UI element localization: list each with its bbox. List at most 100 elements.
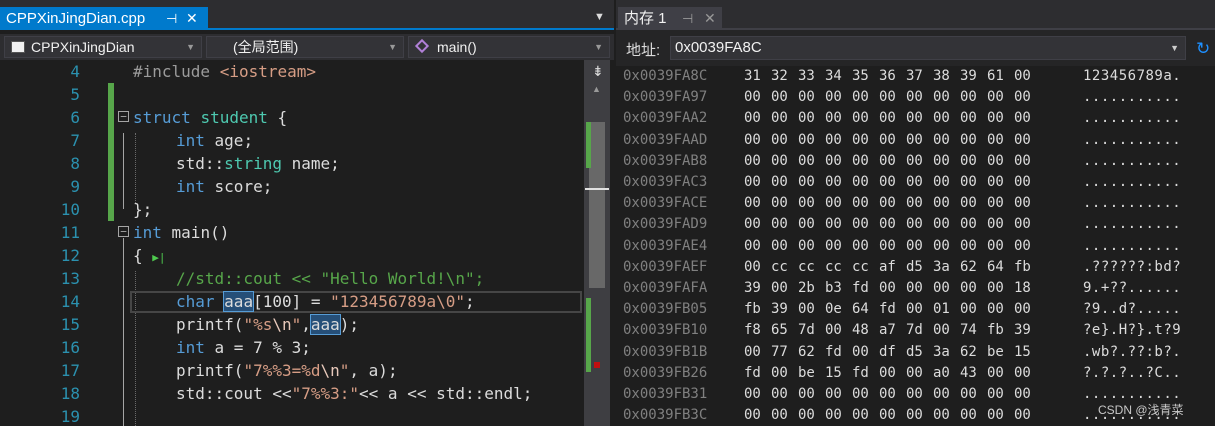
refresh-icon[interactable]: ↻ <box>1196 39 1210 59</box>
memory-byte[interactable]: 00 <box>1014 363 1035 384</box>
memory-byte[interactable]: 00 <box>960 87 981 108</box>
memory-byte[interactable]: 00 <box>771 405 792 426</box>
memory-bytes[interactable]: 00 00 00 00 00 00 00 00 00 00 00 <box>744 384 1041 405</box>
memory-byte[interactable]: 00 <box>771 87 792 108</box>
memory-byte[interactable]: 00 <box>960 384 981 405</box>
memory-bytes[interactable]: fd 00 be 15 fd 00 00 a0 43 00 00 <box>744 363 1041 384</box>
memory-byte[interactable]: 00 <box>825 87 846 108</box>
memory-byte[interactable]: 0e <box>825 299 846 320</box>
memory-byte[interactable]: 62 <box>960 342 981 363</box>
memory-byte[interactable]: 00 <box>771 151 792 172</box>
fold-collapse-icon[interactable]: − <box>118 111 129 122</box>
memory-byte[interactable]: 00 <box>987 108 1008 129</box>
memory-byte[interactable]: 00 <box>744 172 765 193</box>
memory-row[interactable]: 0x0039FAD9 00 00 00 00 00 00 00 00 00 00 00........… <box>616 214 1215 235</box>
scroll-up-icon[interactable]: ▲ <box>592 84 601 94</box>
memory-byte[interactable]: f8 <box>744 320 765 341</box>
memory-byte[interactable]: 00 <box>852 130 873 151</box>
memory-byte[interactable]: 00 <box>1014 87 1035 108</box>
memory-byte[interactable]: 00 <box>879 193 900 214</box>
highlighted-identifier[interactable]: aaa <box>309 314 341 335</box>
memory-byte[interactable]: 00 <box>879 151 900 172</box>
memory-byte[interactable]: 00 <box>798 108 819 129</box>
memory-byte[interactable]: 00 <box>852 193 873 214</box>
memory-byte[interactable]: 00 <box>960 151 981 172</box>
memory-row[interactable]: 0x0039FAE4 00 00 00 00 00 00 00 00 00 00 00........… <box>616 236 1215 257</box>
memory-byte[interactable]: 00 <box>852 151 873 172</box>
memory-byte[interactable]: 62 <box>960 257 981 278</box>
memory-row[interactable]: 0x0039FA8C 31 32 33 34 35 36 37 38 39 61 00 12345678… <box>616 66 1215 87</box>
memory-byte[interactable]: 00 <box>933 405 954 426</box>
memory-row[interactable]: 0x0039FAA2 00 00 00 00 00 00 00 00 00 00 00........… <box>616 108 1215 129</box>
memory-byte[interactable]: 00 <box>933 236 954 257</box>
memory-byte[interactable]: 00 <box>960 236 981 257</box>
memory-row[interactable]: 0x0039FB26 fd 00 be 15 fd 00 00 a0 43 00 00?.?.?..?… <box>616 363 1215 384</box>
memory-byte[interactable]: 00 <box>987 363 1008 384</box>
memory-byte[interactable]: 01 <box>933 299 954 320</box>
memory-byte[interactable]: 00 <box>825 130 846 151</box>
memory-byte[interactable]: 00 <box>906 151 927 172</box>
memory-byte[interactable]: cc <box>852 257 873 278</box>
memory-byte[interactable]: 00 <box>906 299 927 320</box>
memory-bytes[interactable]: 00 00 00 00 00 00 00 00 00 00 00 <box>744 108 1041 129</box>
memory-byte[interactable]: 00 <box>771 130 792 151</box>
address-input[interactable]: 0x0039FA8C ▼ <box>670 36 1186 60</box>
memory-byte[interactable]: 00 <box>906 172 927 193</box>
memory-byte[interactable]: 00 <box>1014 405 1035 426</box>
memory-byte[interactable]: cc <box>771 257 792 278</box>
memory-byte[interactable]: 00 <box>906 236 927 257</box>
memory-byte[interactable]: 00 <box>960 130 981 151</box>
memory-byte[interactable]: 00 <box>798 172 819 193</box>
code-text-area[interactable]: 4 #include <iostream> 5 6 − struct stude… <box>0 60 584 426</box>
memory-byte[interactable]: 00 <box>825 214 846 235</box>
memory-byte[interactable]: 64 <box>987 257 1008 278</box>
memory-byte[interactable]: 00 <box>987 236 1008 257</box>
memory-bytes[interactable]: 00 00 00 00 00 00 00 00 00 00 00 <box>744 214 1041 235</box>
memory-bytes[interactable]: 00 00 00 00 00 00 00 00 00 00 00 <box>744 193 1041 214</box>
memory-byte[interactable]: 00 <box>744 193 765 214</box>
memory-byte[interactable]: 00 <box>852 214 873 235</box>
memory-byte[interactable]: 00 <box>987 299 1008 320</box>
memory-byte[interactable]: 00 <box>744 257 765 278</box>
memory-byte[interactable]: 00 <box>744 151 765 172</box>
memory-row[interactable]: 0x0039FA97 00 00 00 00 00 00 00 00 00 00 00........… <box>616 87 1215 108</box>
memory-byte[interactable]: 2b <box>798 278 819 299</box>
memory-byte[interactable]: af <box>879 257 900 278</box>
memory-byte[interactable]: 00 <box>879 236 900 257</box>
memory-byte[interactable]: 00 <box>771 193 792 214</box>
memory-byte[interactable]: 39 <box>771 299 792 320</box>
memory-bytes[interactable]: 00 00 00 00 00 00 00 00 00 00 00 <box>744 87 1041 108</box>
memory-byte[interactable]: 00 <box>771 214 792 235</box>
memory-byte[interactable]: 00 <box>960 172 981 193</box>
memory-byte[interactable]: 00 <box>798 193 819 214</box>
memory-byte[interactable]: 00 <box>771 108 792 129</box>
memory-byte[interactable]: 00 <box>906 405 927 426</box>
memory-byte[interactable]: 00 <box>852 87 873 108</box>
memory-byte[interactable]: 00 <box>987 214 1008 235</box>
memory-byte[interactable]: 00 <box>798 130 819 151</box>
memory-byte[interactable]: 00 <box>987 405 1008 426</box>
memory-byte[interactable]: fb <box>1014 257 1035 278</box>
memory-byte[interactable]: 00 <box>933 151 954 172</box>
memory-byte[interactable]: 77 <box>771 342 792 363</box>
memory-byte[interactable]: 39 <box>960 66 981 87</box>
memory-byte[interactable]: 00 <box>744 384 765 405</box>
memory-byte[interactable]: 00 <box>1014 151 1035 172</box>
memory-byte[interactable]: 00 <box>933 214 954 235</box>
memory-byte[interactable]: 00 <box>771 363 792 384</box>
memory-byte[interactable]: 00 <box>879 214 900 235</box>
fold-collapse-icon[interactable]: − <box>118 226 129 237</box>
memory-row[interactable]: 0x0039FACE 00 00 00 00 00 00 00 00 00 00 00........… <box>616 193 1215 214</box>
memory-byte[interactable]: 00 <box>825 108 846 129</box>
memory-byte[interactable]: 00 <box>798 214 819 235</box>
memory-byte[interactable]: d5 <box>906 342 927 363</box>
memory-byte[interactable]: 00 <box>852 108 873 129</box>
memory-byte[interactable]: 62 <box>798 342 819 363</box>
memory-byte[interactable]: fd <box>825 342 846 363</box>
memory-byte[interactable]: 00 <box>852 342 873 363</box>
memory-byte[interactable]: fd <box>852 278 873 299</box>
close-icon[interactable]: ✕ <box>186 7 198 30</box>
memory-byte[interactable]: 00 <box>987 130 1008 151</box>
selected-identifier[interactable]: aaa <box>223 291 255 312</box>
memory-bytes[interactable]: 31 32 33 34 35 36 37 38 39 61 00 <box>744 66 1041 87</box>
